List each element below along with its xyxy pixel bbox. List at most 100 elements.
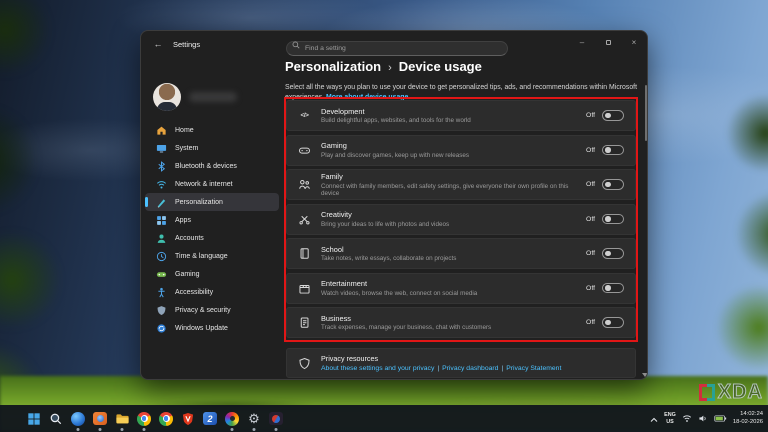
minimize-button[interactable]: – — [569, 31, 595, 53]
back-button[interactable]: ← — [147, 35, 169, 53]
blue-2-icon: 2 — [203, 412, 217, 426]
sidebar-item-label: Accounts — [175, 235, 204, 242]
clock[interactable]: 14:02:24 18-02-2026 — [733, 411, 763, 426]
shield-icon — [156, 305, 167, 316]
sidebar-item-network-internet[interactable]: Network & internet — [145, 175, 279, 193]
colorful-browser-button[interactable] — [224, 411, 240, 427]
privacy-links: About these settings and your privacy|Pr… — [321, 365, 561, 372]
tray-volume-icon[interactable] — [698, 414, 708, 423]
blue-sphere-icon — [71, 412, 85, 426]
sidebar-nav: Home System Bluetooth & devices Network … — [145, 121, 279, 337]
rainbow-circle-icon — [225, 412, 239, 426]
sidebar-item-windows-update[interactable]: Windows Update — [145, 319, 279, 337]
toggle-state-label: Off — [586, 285, 595, 292]
settings-window: ← Settings – × Home — [140, 30, 648, 380]
toggle-state-label: Off — [586, 250, 595, 257]
scrollbar-thumb[interactable] — [645, 85, 648, 141]
sidebar-item-label: Windows Update — [175, 325, 228, 332]
red-shield-v-icon — [181, 412, 195, 426]
sidebar-item-bluetooth-devices[interactable]: Bluetooth & devices — [145, 157, 279, 175]
settings-gear-button[interactable]: ⚙ — [246, 411, 262, 427]
apps-icon — [156, 215, 167, 226]
privacy-shield-icon — [298, 357, 311, 370]
sidebar-item-apps[interactable]: Apps — [145, 211, 279, 229]
taskbar: 2 ⚙ ENG US 14:02:24 18-02-2026 — [0, 405, 768, 432]
search-icon — [49, 412, 63, 426]
development-toggle[interactable] — [602, 110, 624, 121]
setting-row-school: School Take notes, write essays, collabo… — [286, 238, 636, 269]
avatar — [153, 83, 181, 111]
taskbar-search-button[interactable] — [48, 411, 64, 427]
user-profile[interactable] — [153, 83, 237, 111]
privacy-resources-title: Privacy resources — [321, 354, 561, 363]
privacy-statement-link[interactable]: Privacy Statement — [506, 365, 561, 372]
setting-title: School — [321, 245, 456, 254]
update-icon — [156, 323, 167, 334]
school-toggle[interactable] — [602, 248, 624, 259]
tray-chevron-up-icon[interactable] — [650, 410, 658, 428]
taskbar-app-orange[interactable] — [92, 411, 108, 427]
start-button[interactable] — [26, 411, 42, 427]
shield-v-browser-button[interactable] — [180, 411, 196, 427]
tray-time: 14:02:24 — [733, 411, 763, 419]
close-button[interactable]: × — [621, 31, 647, 53]
sidebar-item-privacy-security[interactable]: Privacy & security — [145, 301, 279, 319]
titlebar: ← Settings – × — [141, 31, 647, 57]
sidebar-item-label: Bluetooth & devices — [175, 163, 237, 170]
sidebar-item-label: Network & internet — [175, 181, 233, 188]
language-indicator[interactable]: ENG US — [664, 412, 676, 426]
sidebar-item-label: Apps — [175, 217, 191, 224]
entertainment-toggle[interactable] — [602, 283, 624, 294]
sidebar-item-personalization[interactable]: Personalization — [145, 193, 279, 211]
about-settings-privacy-link[interactable]: About these settings and your privacy — [321, 365, 434, 372]
chrome-2-button[interactable] — [158, 411, 174, 427]
sidebar: Home System Bluetooth & devices Network … — [141, 57, 283, 379]
business-toggle[interactable] — [602, 317, 624, 328]
orange-app-icon — [93, 412, 107, 426]
toggle-state-label: Off — [586, 112, 595, 119]
file-explorer-button[interactable] — [114, 411, 130, 427]
family-toggle[interactable] — [602, 179, 624, 190]
clock-icon — [156, 251, 167, 262]
sidebar-item-label: Personalization — [175, 199, 223, 206]
chrome-button[interactable] — [136, 411, 152, 427]
sidebar-item-accounts[interactable]: Accounts — [145, 229, 279, 247]
wifi-icon — [156, 179, 167, 190]
code-icon: </> — [298, 109, 311, 122]
device-usage-list: </> Development Build delightful apps, w… — [286, 100, 636, 338]
gaming-toggle[interactable] — [602, 145, 624, 156]
accounts-icon — [156, 233, 167, 244]
setting-title: Creativity — [321, 210, 449, 219]
sidebar-item-label: Home — [175, 127, 194, 134]
personalization-icon — [156, 197, 167, 208]
controller-icon — [298, 144, 311, 157]
setting-title: Family — [321, 172, 586, 181]
setting-row-entertainment: Entertainment Watch videos, browse the w… — [286, 273, 636, 304]
setting-subtitle: Build delightful apps, websites, and too… — [321, 117, 471, 124]
breadcrumb-parent[interactable]: Personalization — [285, 59, 381, 74]
tray-battery-icon[interactable] — [714, 414, 727, 423]
maximize-button[interactable] — [595, 31, 621, 53]
taskbar-app-dark[interactable] — [268, 411, 284, 427]
setting-subtitle: Connect with family members, edit safety… — [321, 183, 586, 197]
creativity-toggle[interactable] — [602, 214, 624, 225]
taskbar-app-blue-sphere[interactable] — [70, 411, 86, 427]
app-blue-2-button[interactable]: 2 — [202, 411, 218, 427]
setting-title: Entertainment — [321, 279, 477, 288]
tray-date: 18-02-2026 — [733, 419, 763, 427]
tray-wifi-icon[interactable] — [682, 414, 692, 423]
system-icon — [156, 143, 167, 154]
xda-logo-text: XDA — [718, 382, 763, 402]
breadcrumb-separator-icon: › — [388, 62, 392, 74]
sidebar-item-gaming[interactable]: Gaming — [145, 265, 279, 283]
setting-row-business: Business Track expenses, manage your bus… — [286, 307, 636, 338]
sidebar-item-home[interactable]: Home — [145, 121, 279, 139]
sidebar-item-time-language[interactable]: Time & language — [145, 247, 279, 265]
dark-app-icon — [269, 412, 283, 426]
search-input[interactable] — [286, 41, 508, 56]
taskbar-icons: 2 ⚙ — [0, 411, 284, 427]
privacy-dashboard-link[interactable]: Privacy dashboard — [442, 365, 498, 372]
scissors-icon — [298, 213, 311, 226]
sidebar-item-system[interactable]: System — [145, 139, 279, 157]
sidebar-item-accessibility[interactable]: Accessibility — [145, 283, 279, 301]
